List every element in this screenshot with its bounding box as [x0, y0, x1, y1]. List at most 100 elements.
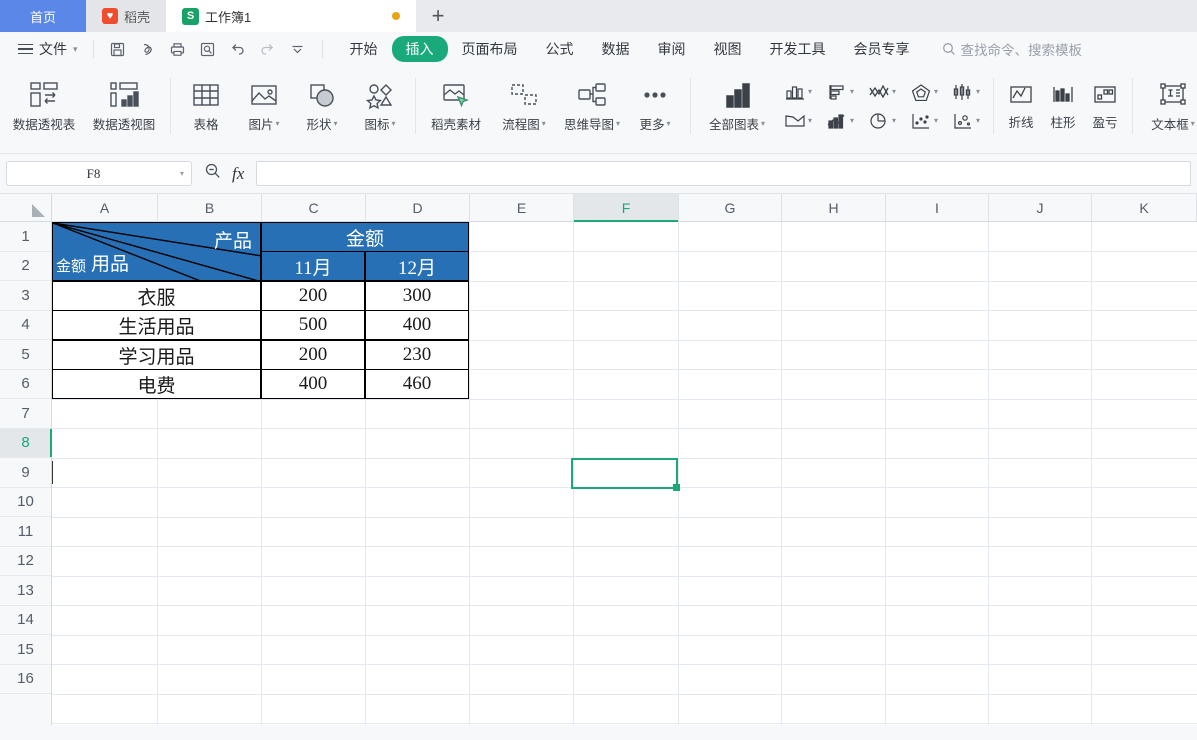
table-row-cell-dec-3[interactable]: 460 — [365, 369, 469, 399]
table-row-cell-product-1[interactable]: 生活用品 — [52, 310, 261, 340]
column-header-h[interactable]: H — [782, 194, 886, 221]
row-header-14[interactable]: 14 — [0, 606, 51, 636]
export-pdf-icon[interactable] — [133, 36, 163, 62]
ribbon-tab-view[interactable]: 视图 — [700, 36, 756, 62]
table-row-cell-nov-2[interactable]: 200 — [261, 340, 365, 370]
row-header-13[interactable]: 13 — [0, 576, 51, 606]
ribbon-tab-insert[interactable]: 插入 — [392, 36, 448, 62]
combo-chart-icon[interactable]: ▾ — [819, 107, 861, 134]
formula-input[interactable] — [256, 161, 1191, 186]
table-row-cell-dec-1[interactable]: 400 — [365, 310, 469, 340]
row-header-5[interactable]: 5 — [0, 340, 51, 370]
header-month-nov-cell[interactable]: 11月 — [261, 251, 365, 281]
new-tab-button[interactable]: + — [416, 0, 460, 32]
ribbon-tab-page-layout[interactable]: 页面布局 — [448, 36, 532, 62]
more-button[interactable]: 更多▾ — [626, 70, 684, 133]
file-menu-button[interactable]: 文件 ▾ — [12, 39, 84, 59]
radar-chart-icon[interactable]: ▾ — [903, 78, 945, 105]
sparkline-winloss-button[interactable]: 盈亏 — [1084, 70, 1126, 131]
row-header-12[interactable]: 12 — [0, 547, 51, 577]
flowchart-button[interactable]: 流程图▾ — [490, 70, 558, 133]
column-header-e[interactable]: E — [470, 194, 574, 221]
bar-chart-icon[interactable]: ▾ — [819, 78, 861, 105]
undo-icon[interactable] — [223, 36, 253, 62]
bubble-chart-icon[interactable]: ▾ — [945, 107, 987, 134]
ribbon-tab-data[interactable]: 数据 — [588, 36, 644, 62]
row-header-2[interactable]: 2 — [0, 252, 51, 282]
ribbon-tab-member[interactable]: 会员专享 — [840, 36, 924, 62]
column-header-a[interactable]: A — [52, 194, 158, 221]
ribbon-tab-formulas[interactable]: 公式 — [532, 36, 588, 62]
mindmap-button[interactable]: 思维导图▾ — [558, 70, 626, 133]
table-row-cell-dec-0[interactable]: 300 — [365, 281, 469, 311]
search-icon — [942, 42, 956, 56]
sparkline-line-button[interactable]: 折线 — [1000, 70, 1042, 131]
file-menu-label: 文件 — [39, 39, 67, 59]
row-header-3[interactable]: 3 — [0, 281, 51, 311]
fill-handle[interactable] — [673, 484, 680, 491]
row-header-16[interactable]: 16 — [0, 665, 51, 695]
table-row-cell-nov-3[interactable]: 400 — [261, 369, 365, 399]
row-header-10[interactable]: 10 — [0, 488, 51, 518]
picture-button[interactable]: 图片▾ — [235, 70, 293, 133]
header-month-dec-cell[interactable]: 12月 — [365, 251, 469, 281]
row-header-8[interactable]: 8 — [0, 429, 51, 459]
line-chart-icon[interactable]: ▾ — [861, 78, 903, 105]
row-header-6[interactable]: 6 — [0, 370, 51, 400]
textbox-button[interactable]: 文本框▾ — [1139, 70, 1197, 133]
ribbon-tab-start[interactable]: 开始 — [336, 36, 392, 62]
column-header-f[interactable]: F — [574, 194, 679, 221]
column-header-b[interactable]: B — [158, 194, 262, 221]
ribbon-tab-review[interactable]: 审阅 — [644, 36, 700, 62]
scatter-chart-icon[interactable]: ▾ — [903, 107, 945, 134]
icons-button[interactable]: 图标▾ — [351, 70, 409, 133]
pie-chart-icon[interactable]: ▾ — [861, 107, 903, 134]
table-row-cell-nov-0[interactable]: 200 — [261, 281, 365, 311]
pivot-chart-button[interactable]: 数据透视图 — [84, 70, 164, 133]
row-header-9[interactable]: 9 — [0, 458, 51, 488]
save-icon[interactable] — [103, 36, 133, 62]
pivot-table-button[interactable]: 数据透视表 — [4, 70, 84, 133]
area-chart-icon[interactable]: ▾ — [777, 107, 819, 134]
select-all-corner[interactable] — [0, 194, 52, 221]
active-cell-selection[interactable] — [571, 458, 678, 489]
daoke-material-button[interactable]: 稻壳素材 — [422, 70, 490, 133]
shapes-button[interactable]: 形状▾ — [293, 70, 351, 133]
split-diagonal-header-cell[interactable]: 产品 用品 金额 — [52, 222, 261, 281]
table-button[interactable]: 表格 — [177, 70, 235, 133]
column-chart-icon[interactable]: ▾ — [777, 78, 819, 105]
column-header-g[interactable]: G — [679, 194, 782, 221]
row-header-7[interactable]: 7 — [0, 399, 51, 429]
redo-icon[interactable] — [253, 36, 283, 62]
column-header-c[interactable]: C — [262, 194, 366, 221]
table-row-cell-product-0[interactable]: 衣服 — [52, 281, 261, 311]
tab-workbook1[interactable]: S 工作簿1 — [166, 0, 416, 32]
grid-cells[interactable]: 产品 用品 金额 金额 11月 12月 衣服 200 300 生活用品 500 … — [52, 222, 1197, 725]
column-header-i[interactable]: I — [886, 194, 989, 221]
name-box[interactable]: F8 ▾ — [6, 161, 192, 186]
ribbon-tab-developer[interactable]: 开发工具 — [756, 36, 840, 62]
all-charts-button[interactable]: 全部图表▾ — [697, 70, 777, 133]
column-header-d[interactable]: D — [366, 194, 470, 221]
tab-home[interactable]: 首页 — [0, 0, 86, 32]
row-header-1[interactable]: 1 — [0, 222, 51, 252]
column-header-k[interactable]: K — [1092, 194, 1197, 221]
print-preview-icon[interactable] — [193, 36, 223, 62]
customize-toolbar-icon[interactable] — [283, 36, 313, 62]
table-row-cell-dec-2[interactable]: 230 — [365, 340, 469, 370]
row-header-15[interactable]: 15 — [0, 635, 51, 665]
table-row-cell-product-2[interactable]: 学习用品 — [52, 340, 261, 370]
print-icon[interactable] — [163, 36, 193, 62]
row-header-4[interactable]: 4 — [0, 311, 51, 341]
header-amount-cell[interactable]: 金额 — [261, 222, 469, 252]
table-row-cell-nov-1[interactable]: 500 — [261, 310, 365, 340]
column-header-j[interactable]: J — [989, 194, 1092, 221]
chevron-down-icon[interactable]: ▾ — [180, 169, 191, 178]
row-header-11[interactable]: 11 — [0, 517, 51, 547]
sparkline-column-button[interactable]: 柱形 — [1042, 70, 1084, 131]
find-icon[interactable] — [204, 162, 222, 185]
search-command-box[interactable]: 查找命令、搜索模板 — [942, 39, 1083, 59]
table-row-cell-product-3[interactable]: 电费 — [52, 369, 261, 399]
tab-daoke[interactable]: ♥ 稻壳 — [86, 0, 166, 32]
stock-chart-icon[interactable]: ▾ — [945, 78, 987, 105]
